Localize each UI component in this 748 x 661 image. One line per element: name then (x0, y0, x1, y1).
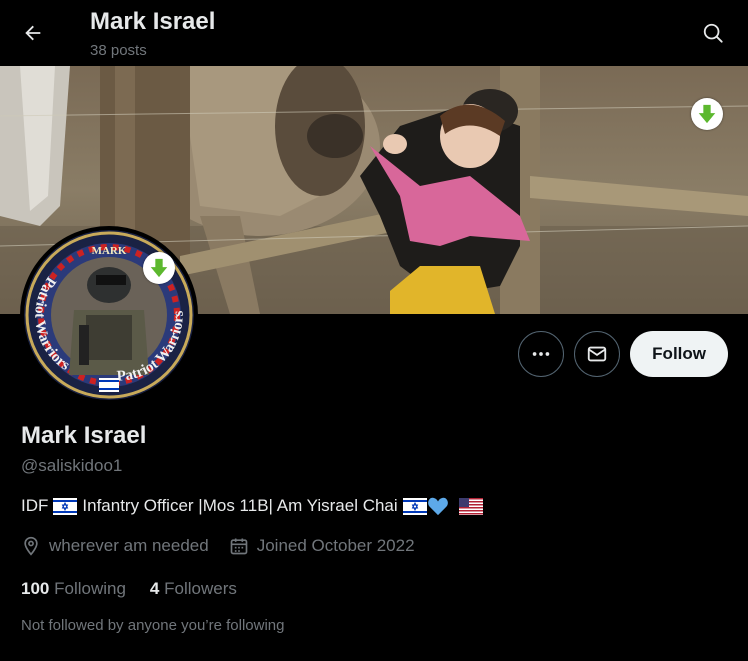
profile-meta: wherever am needed Joined October 2022 (21, 536, 435, 556)
search-icon (703, 23, 723, 43)
israel-flag-icon (402, 497, 427, 515)
profile-handle: @saliskidoo1 (21, 456, 123, 475)
download-button-avatar[interactable] (143, 252, 175, 284)
followers-count: 4 (149, 579, 160, 598)
location: wherever am needed (21, 536, 209, 556)
calendar-icon (230, 538, 248, 555)
header-post-count: 38 posts (90, 42, 147, 59)
header-profile-name: Mark Israel (90, 8, 216, 35)
bio-text-main: Infantry Officer |Mos 11B| Am Yisrael Ch… (82, 496, 398, 515)
not-followed-notice: Not followed by anyone you’re following (21, 617, 285, 634)
envelope-icon (588, 346, 607, 362)
location-pin-icon (24, 536, 38, 556)
profile-bio: IDF Infantry Officer |Mos 11B| Am Yisrae… (21, 496, 483, 516)
join-date: Joined October 2022 (229, 536, 415, 556)
download-arrow-icon (150, 258, 168, 278)
arrow-left-icon (25, 25, 41, 41)
following-count: 100 (21, 579, 50, 598)
bio-text-idf: IDF (21, 496, 49, 515)
top-bar: Mark Israel 38 posts (0, 0, 748, 66)
following-link[interactable]: 100 Following (21, 579, 126, 599)
avatar-top-text: MARK (92, 245, 127, 257)
search-button[interactable] (696, 16, 730, 50)
download-arrow-icon (698, 104, 716, 124)
profile-display-name: Mark Israel (21, 422, 147, 449)
location-text: wherever am needed (49, 536, 209, 555)
followers-label: Followers (164, 579, 237, 598)
blue-heart-icon (427, 497, 448, 516)
more-dots-icon (532, 352, 550, 356)
profile-actions: Follow (518, 331, 728, 377)
followers-link[interactable]: 4 Followers (150, 579, 237, 599)
usa-flag-icon (458, 497, 483, 515)
join-date-text: Joined October 2022 (256, 536, 415, 555)
follow-button[interactable]: Follow (630, 331, 728, 377)
message-button[interactable] (574, 331, 621, 377)
back-button[interactable] (14, 14, 52, 52)
following-label: Following (54, 579, 126, 598)
download-button-banner[interactable] (691, 98, 723, 130)
profile-avatar[interactable]: MARK Patriot Warriors Patriot Warriors (20, 226, 198, 404)
profile-stats: 100 Following 4 Followers (21, 579, 261, 599)
israel-flag-icon (53, 497, 78, 515)
more-options-button[interactable] (518, 331, 565, 377)
